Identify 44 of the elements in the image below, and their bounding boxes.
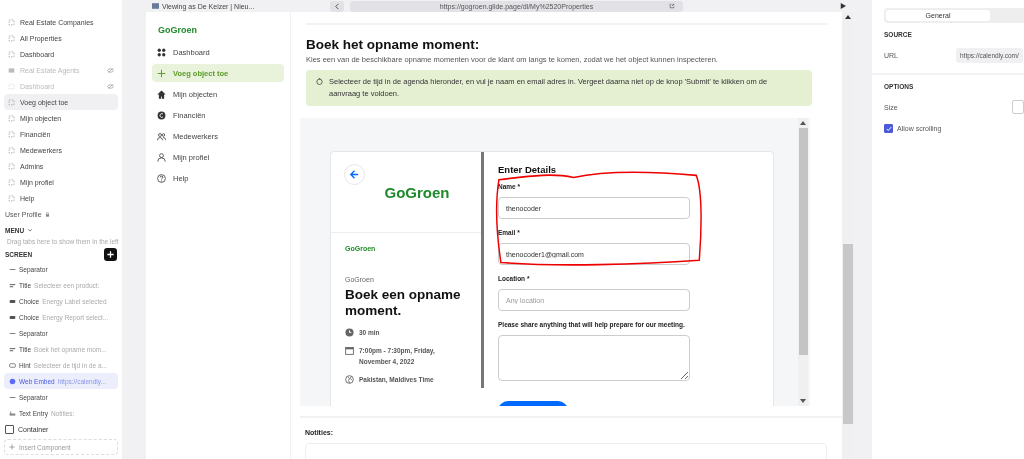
plus-icon xyxy=(106,249,115,259)
coin-icon xyxy=(157,110,166,120)
component-icon xyxy=(9,345,16,353)
size-field[interactable] xyxy=(1012,100,1024,114)
arrow-up-icon[interactable] xyxy=(845,15,851,19)
event-title: Boek een opname moment. xyxy=(345,287,462,319)
play-icon[interactable] xyxy=(840,3,846,9)
hint-icon xyxy=(316,78,323,85)
lock-icon xyxy=(44,211,50,217)
person-icon xyxy=(157,152,166,162)
back-button[interactable] xyxy=(330,0,344,12)
four-dots-icon xyxy=(157,47,166,57)
plus-icon xyxy=(157,68,166,78)
calendar-icon xyxy=(345,346,354,355)
arrow-down-icon[interactable] xyxy=(800,399,806,403)
container-icon xyxy=(5,424,14,434)
component-icon xyxy=(9,409,16,417)
list-icon xyxy=(8,66,15,74)
hidden-eye-icon[interactable] xyxy=(107,66,114,74)
logo: GoGroen xyxy=(384,183,450,201)
add-button[interactable] xyxy=(104,247,117,261)
hidden-eye-icon[interactable] xyxy=(107,82,114,90)
checkbox[interactable] xyxy=(884,124,893,133)
form-heading: Enter Details xyxy=(498,164,558,175)
component-icon xyxy=(9,361,16,369)
globe-icon xyxy=(345,375,354,384)
back-button[interactable] xyxy=(344,164,365,185)
scrollbar[interactable] xyxy=(798,118,808,406)
app-icon xyxy=(152,3,159,9)
page-title: Boek het opname moment: xyxy=(306,37,481,52)
brand-logo: GoGroen xyxy=(157,24,198,37)
component-icon xyxy=(9,281,16,289)
people-icon xyxy=(157,131,166,141)
help-icon xyxy=(157,173,166,183)
arrow-left-icon xyxy=(349,169,360,180)
home-icon xyxy=(157,89,166,99)
globe-icon xyxy=(9,377,16,385)
chevron-left-icon xyxy=(333,2,341,10)
external-link-icon[interactable] xyxy=(669,3,675,9)
arrow-up-icon[interactable] xyxy=(800,121,806,125)
clock-icon xyxy=(345,328,354,337)
chevron-down-icon[interactable] xyxy=(27,227,34,233)
plus-icon xyxy=(9,444,15,450)
text-area[interactable] xyxy=(498,335,690,381)
